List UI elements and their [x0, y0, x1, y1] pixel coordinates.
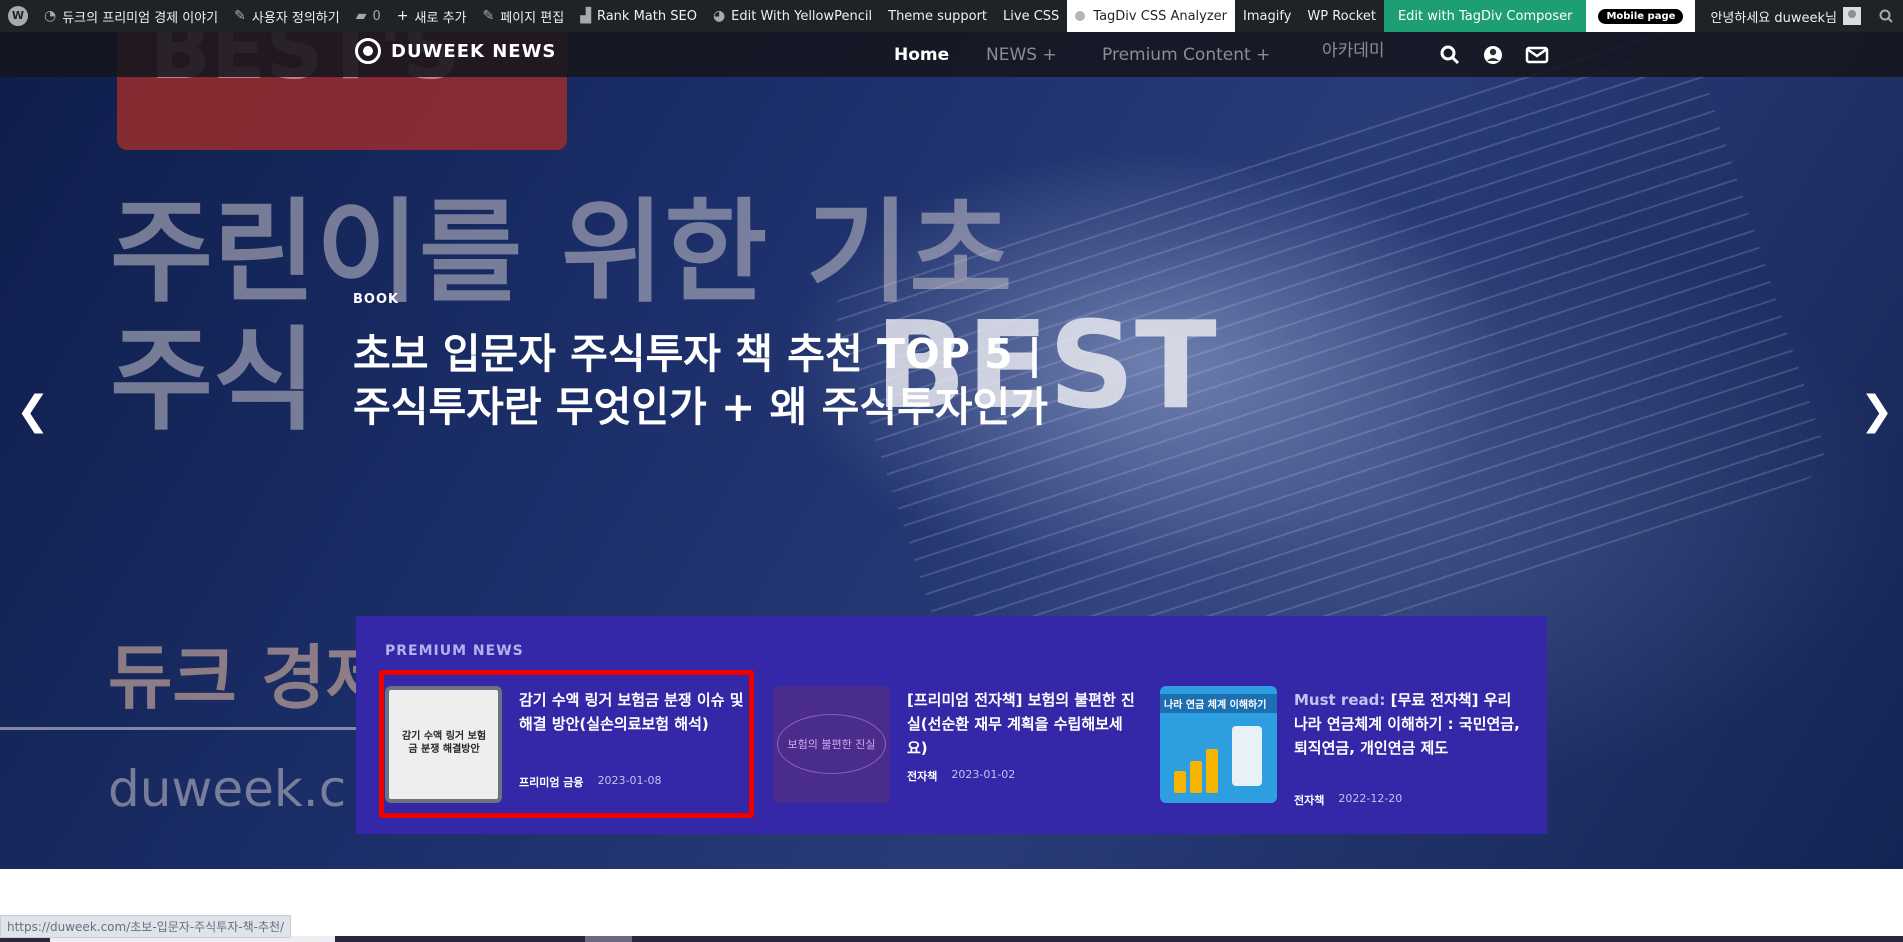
wordpress-logo-icon[interactable] [0, 0, 36, 32]
yellowpencil-icon: ◕ [712, 8, 726, 24]
status-bar-url: https://duweek.com/초보-입문자-주식투자-책-추천/ [0, 915, 292, 938]
premium-news-title: PREMIUM NEWS [385, 643, 524, 659]
wp-admin-bar: ◔듀크의 프리미엄 경제 이야기 ✎사용자 정의하기 ▰0 +새로 추가 ✎페이… [0, 0, 1903, 32]
admin-mobile-page[interactable]: Mobile page [1586, 0, 1696, 32]
nav-premium-content[interactable]: Premium Content + [1102, 32, 1270, 77]
site-logo[interactable]: DUWEEK NEWS [355, 38, 556, 64]
admin-imagify[interactable]: Imagify [1235, 0, 1299, 32]
logo-icon [355, 38, 381, 64]
status-dot-icon [1075, 11, 1086, 21]
site-header: DUWEEK NEWS Home NEWS + Premium Content … [0, 32, 1903, 77]
admin-account[interactable]: 안녕하세요 duweek님 [1702, 0, 1869, 32]
search-icon[interactable] [1439, 44, 1461, 66]
hero-bg-divider [0, 727, 360, 730]
mail-icon[interactable] [1525, 44, 1549, 66]
plus-icon: + [396, 8, 409, 24]
card-meta: 전자책 2023-01-02 [907, 768, 1015, 784]
avatar [1843, 7, 1861, 25]
slider-prev-arrow[interactable]: ❮ [16, 388, 50, 434]
admin-comments[interactable]: ▰ 0 [348, 0, 389, 32]
card-date: 2022-12-20 [1338, 792, 1403, 805]
thumb-coin-stack [1206, 749, 1218, 793]
admin-search-icon[interactable] [1869, 0, 1903, 32]
nav-academy[interactable]: 아카데미 [1322, 26, 1385, 71]
premium-news-card[interactable]: 보험의 불편한 진실 [프리미엄 전자책] 보험의 불편한 진실(선순환 재무 … [773, 686, 1143, 804]
admin-tagdiv-composer[interactable]: Edit with TagDiv Composer [1383, 0, 1587, 32]
card-meta: 전자책 2022-12-20 [1294, 792, 1402, 808]
admin-yellowpencil[interactable]: ◕ Edit With YellowPencil [705, 0, 880, 32]
must-read-label: Must read: [1294, 691, 1386, 709]
slide-headline[interactable]: 초보 입문자 주식투자 책 추천 TOP 5 | 주식투자란 무엇인가 + 왜 … [353, 328, 1093, 434]
rankmath-icon: ▟ [580, 8, 591, 24]
hover-highlight-box [379, 670, 754, 818]
card-category[interactable]: 전자책 [1294, 792, 1324, 808]
card-thumbnail[interactable]: 보험의 불편한 진실 [773, 686, 890, 803]
card-date: 2023-01-02 [951, 768, 1016, 781]
slide-category[interactable]: BOOK [353, 292, 399, 307]
thumb-phone [1232, 726, 1262, 786]
admin-site-name[interactable]: ◔ 듀크의 프리미엄 경제 이야기 [36, 0, 226, 32]
brush-icon: ✎ [234, 8, 246, 24]
admin-customize[interactable]: ✎ 사용자 정의하기 [226, 0, 348, 32]
admin-edit-page[interactable]: ✎ 페이지 편집 [475, 0, 573, 32]
admin-tagdiv-css-analyzer[interactable]: TagDiv CSS Analyzer [1067, 0, 1236, 32]
admin-new-content[interactable]: + 새로 추가 [389, 0, 475, 32]
hero-bg-url: duweek.c [108, 760, 347, 818]
admin-wp-rocket[interactable]: WP Rocket [1299, 0, 1384, 32]
thumb-coin-stack [1190, 761, 1202, 793]
slider-next-arrow[interactable]: ❯ [1860, 388, 1894, 434]
dashboard-icon: ◔ [44, 8, 57, 24]
nav-news[interactable]: NEWS + [986, 32, 1057, 77]
premium-news-card[interactable]: 나라 연금 체계 이해하기 Must read: [무료 전자책] 우리나라 연… [1160, 686, 1530, 807]
card-title[interactable]: [프리미엄 전자책] 보험의 불편한 진실(선순환 재무 계획을 수립해보세요) [907, 688, 1137, 760]
card-title[interactable]: Must read: [무료 전자책] 우리나라 연금체계 이해하기 : 국민연… [1294, 688, 1524, 760]
card-category[interactable]: 전자책 [907, 768, 937, 784]
user-icon[interactable] [1482, 44, 1504, 66]
comment-icon: ▰ [355, 8, 367, 24]
admin-rank-math[interactable]: ▟ Rank Math SEO [572, 0, 705, 32]
thumb-coin-stack [1174, 771, 1186, 793]
pencil-icon: ✎ [482, 8, 495, 24]
hero-bg-brand: 듀크 경제 [108, 637, 390, 719]
hero-bg-line2: 주식 [110, 316, 317, 446]
bottom-strip-segment [585, 936, 632, 942]
admin-theme-support[interactable]: Theme support [880, 0, 995, 32]
nav-home[interactable]: Home [894, 32, 949, 77]
admin-live-css[interactable]: Live CSS [995, 0, 1067, 32]
card-thumbnail[interactable]: 나라 연금 체계 이해하기 [1160, 686, 1277, 803]
